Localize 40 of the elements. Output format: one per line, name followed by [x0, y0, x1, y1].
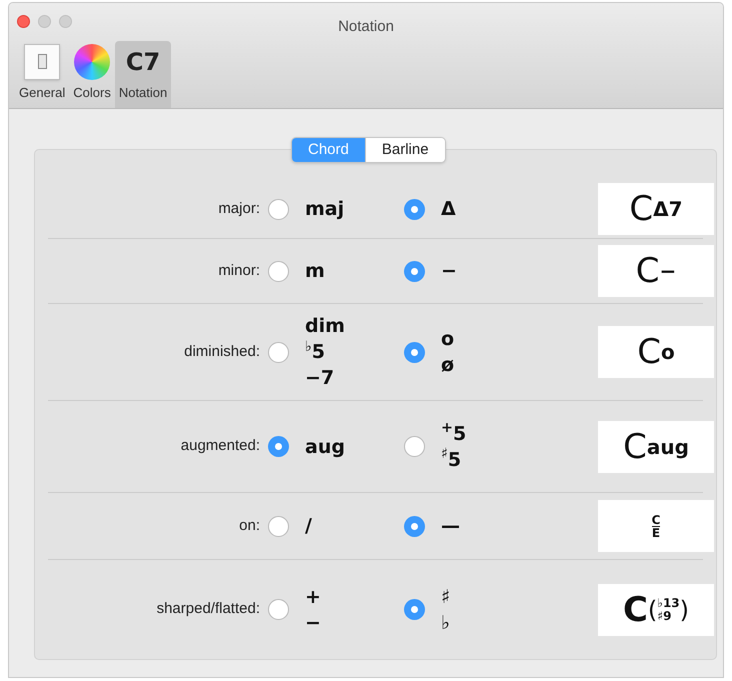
- symbol-option: o: [441, 329, 454, 349]
- toolbar-tab[interactable]: General: [15, 40, 70, 108]
- symbol-option: ø: [441, 355, 454, 375]
- option-label: on:: [238, 516, 260, 536]
- close-button[interactable]: [17, 15, 30, 28]
- symbol-option: −7: [305, 368, 345, 388]
- symbol-option: +: [305, 586, 321, 606]
- symbol-option: —: [441, 516, 460, 536]
- switch-icon: [24, 44, 60, 80]
- chord-preview: Co: [598, 326, 714, 378]
- symbol-option: ♭: [441, 612, 450, 632]
- zoom-button[interactable]: [59, 15, 72, 28]
- symbol-option: m: [305, 261, 325, 281]
- symbol-option: maj: [305, 199, 344, 219]
- color-wheel-icon: [74, 44, 110, 80]
- option-label: minor:: [217, 260, 260, 281]
- symbol-option: /: [305, 516, 312, 536]
- minimize-button[interactable]: [38, 15, 51, 28]
- symbol-option: $^{♭}$5: [305, 342, 345, 362]
- symbol-option: aug: [305, 436, 345, 456]
- option-label: augmented:: [180, 436, 260, 456]
- chord-preview: C E: [598, 500, 714, 552]
- chord-preview: C−: [598, 245, 714, 297]
- symbol-option: Δ: [441, 199, 456, 219]
- symbol-option: $^{+}$5: [441, 424, 466, 444]
- chord-preview: CΔ7: [598, 183, 714, 235]
- symbol-option: −: [441, 261, 457, 281]
- option-label: major:: [217, 198, 260, 219]
- segment-tab[interactable]: Barline: [364, 138, 445, 162]
- window-title: Notation: [338, 18, 394, 35]
- option-label: sharped/flatted:: [156, 599, 260, 620]
- symbol-option: −: [305, 612, 321, 632]
- chord-symbol-icon: C7: [126, 44, 160, 80]
- toolbar-tab[interactable]: C7 Notation: [114, 40, 172, 108]
- toolbar-tab[interactable]: Colors: [69, 40, 115, 108]
- option-label: diminished:: [183, 342, 260, 362]
- symbol-option: dim: [305, 316, 345, 336]
- chord-preview: Caug: [598, 420, 714, 472]
- symbol-option: ♯: [441, 586, 450, 606]
- symbol-option: $^{♯}$5: [441, 450, 466, 470]
